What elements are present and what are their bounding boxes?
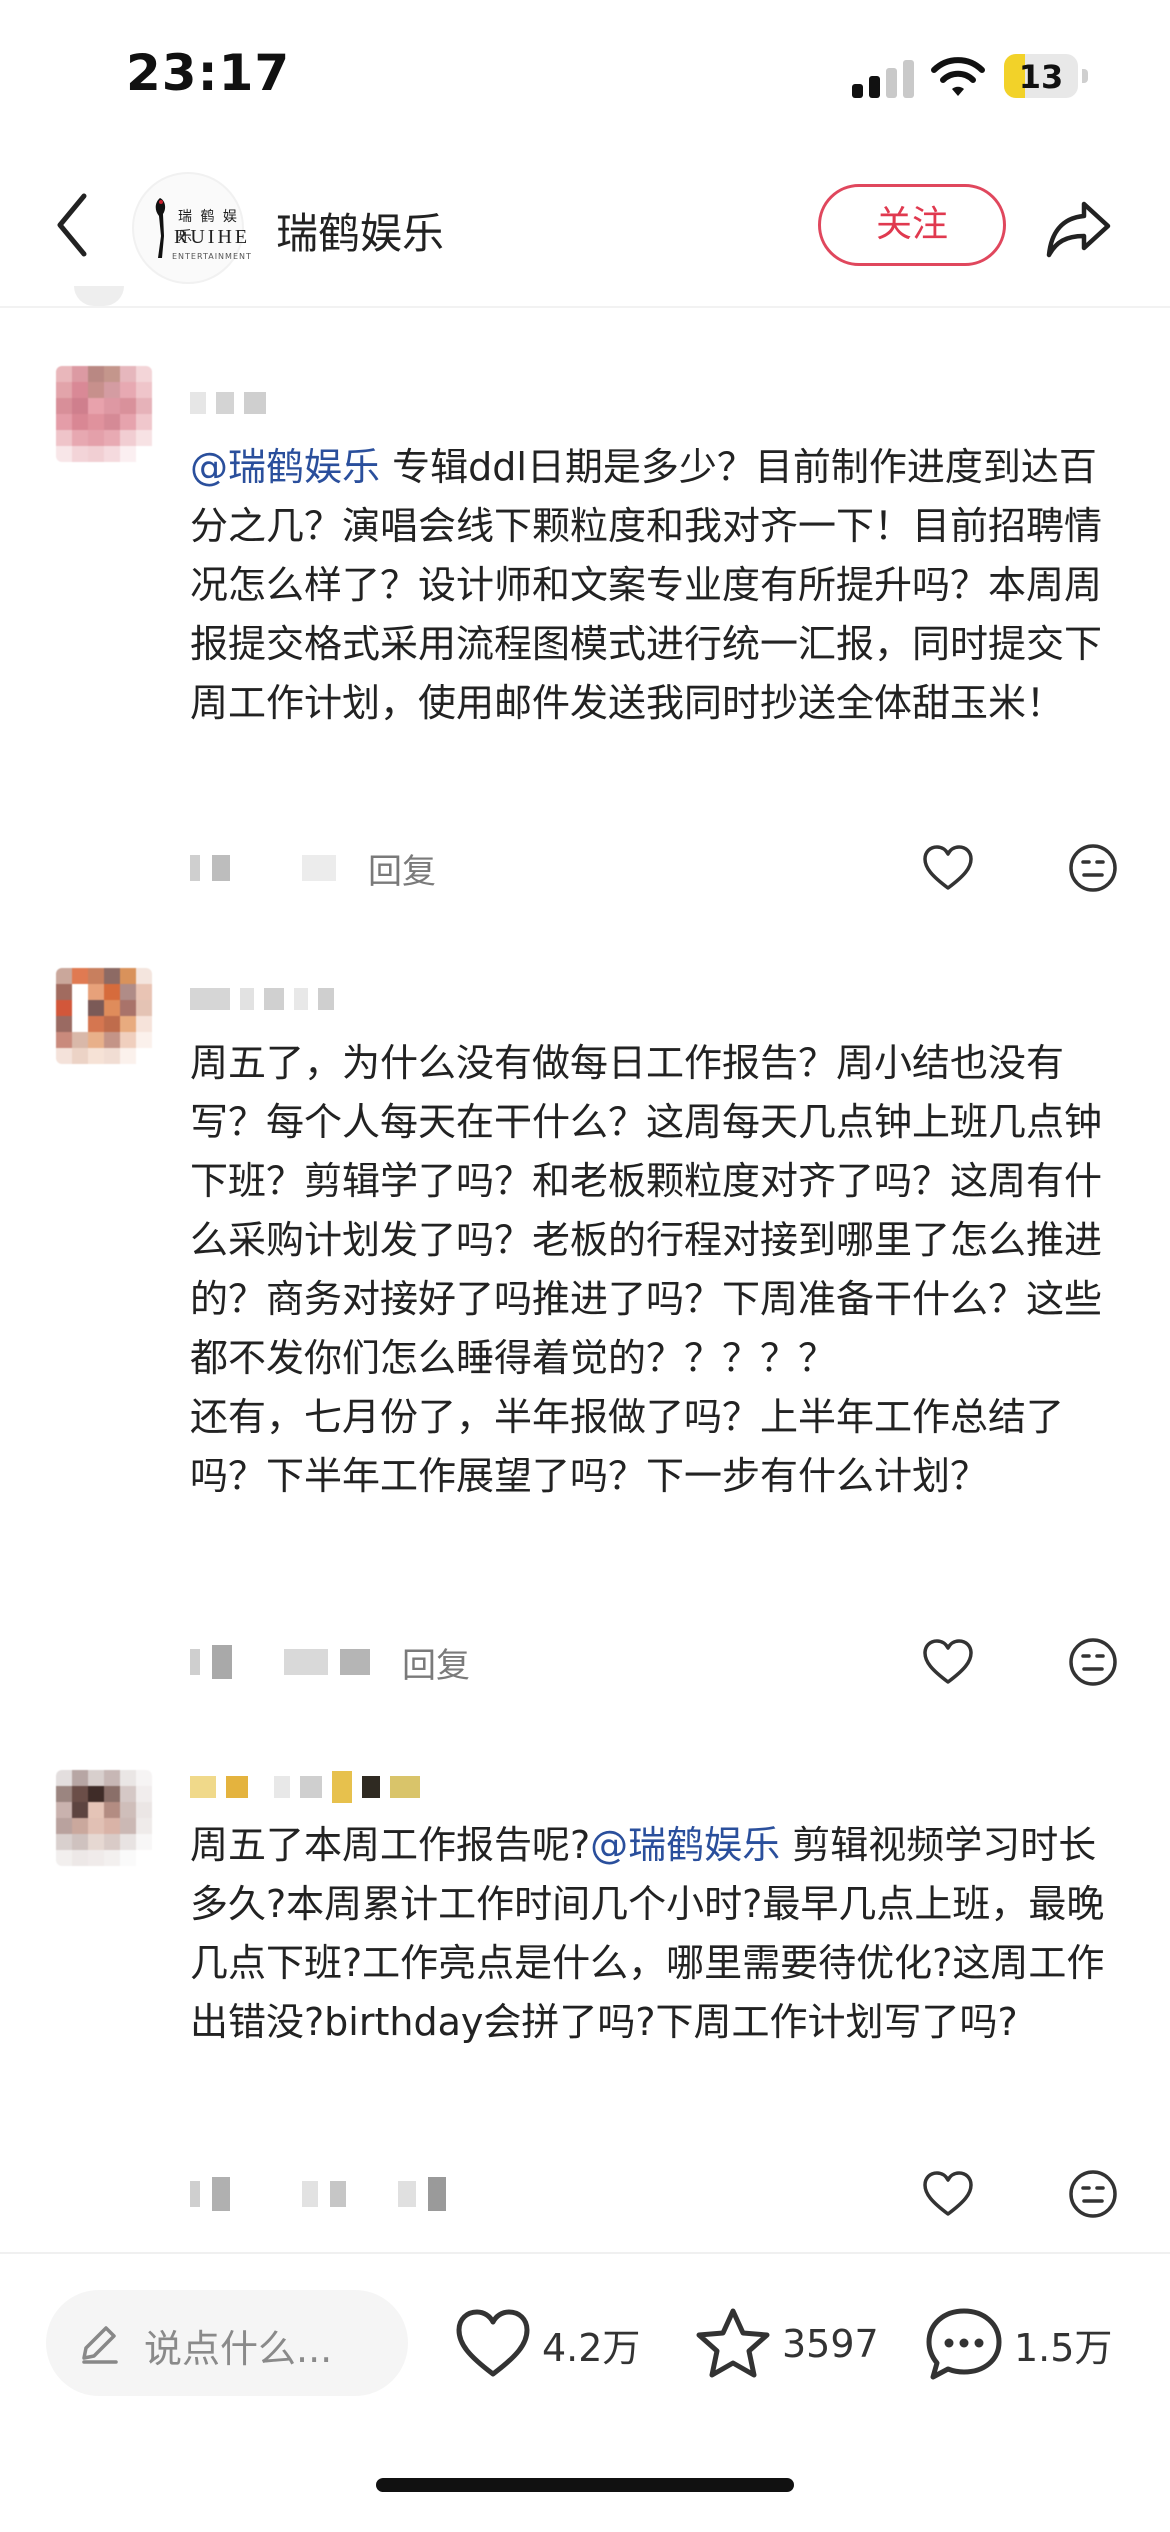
account-name[interactable]: 瑞鹤娱乐: [276, 200, 444, 261]
battery-icon: 13: [1004, 54, 1088, 98]
meta-blurred: [190, 1649, 200, 1675]
wifi-icon: [931, 57, 985, 96]
share-arrow-icon[interactable]: [1044, 198, 1114, 260]
comment-meta: [190, 2172, 446, 2216]
mention-link[interactable]: @瑞鹤娱乐: [190, 445, 380, 489]
reply-button[interactable]: 回复: [402, 1638, 470, 1687]
heart-outline-icon[interactable]: [922, 2170, 974, 2218]
heart-outline-icon: [456, 2309, 530, 2377]
comment-meta: 回复: [190, 844, 436, 893]
pencil-icon: [82, 2326, 118, 2364]
meta-blurred: [190, 2181, 200, 2207]
signal-icon: [852, 58, 914, 98]
mention-link[interactable]: @瑞鹤娱乐: [590, 1823, 780, 1867]
comment-text: 周五了本周工作报告呢?@瑞鹤娱乐 剪辑视频学习时长多久?本周累计工作时间几个小时…: [190, 1816, 1130, 2052]
like-count: 4.2万: [542, 2325, 641, 2370]
logo-sub-text: ENTERTAINMENT: [172, 252, 252, 261]
crane-logo-icon: [155, 198, 166, 258]
meta-blurred: [212, 855, 230, 881]
comment-action[interactable]: 1.5万: [924, 2294, 1112, 2394]
home-indicator[interactable]: [376, 2478, 794, 2492]
avatar[interactable]: [56, 1770, 152, 1866]
meta-blurred: [340, 1649, 370, 1675]
account-logo[interactable]: 瑞 鹤 娱 乐 RUIHE ENTERTAINMENT: [132, 172, 251, 284]
meta-blurred: [212, 2177, 230, 2211]
heart-outline-icon[interactable]: [922, 844, 974, 892]
favorite-action[interactable]: 3597: [694, 2294, 879, 2394]
username-blurred[interactable]: [190, 388, 266, 418]
meta-blurred: [190, 855, 200, 881]
username-blurred[interactable]: [190, 984, 334, 1014]
username-blurred[interactable]: [190, 1771, 420, 1803]
meta-blurred: [212, 1645, 232, 1679]
comment-count: 1.5万: [1014, 2325, 1113, 2370]
meh-face-icon[interactable]: [1068, 843, 1118, 893]
meta-blurred: [398, 2181, 416, 2207]
status-time: 23:17: [126, 44, 291, 102]
like-action[interactable]: 4.2万: [454, 2294, 640, 2394]
avatar[interactable]: [56, 366, 152, 462]
meta-blurred: [330, 2181, 346, 2207]
meh-face-icon[interactable]: [1068, 1637, 1118, 1687]
reply-button[interactable]: 回复: [368, 844, 436, 893]
chevron-left-icon[interactable]: [52, 190, 92, 260]
logo-en-text: RUIHE: [174, 226, 251, 248]
comment-text: @瑞鹤娱乐 专辑ddl日期是多少？目前制作进度到达百分之几？演唱会线下颗粒度和我…: [190, 438, 1130, 733]
header-divider: [0, 306, 1170, 308]
meta-blurred: [302, 855, 336, 881]
avatar[interactable]: [56, 968, 152, 1064]
meh-face-icon[interactable]: [1068, 2169, 1118, 2219]
battery-level: 13: [1018, 58, 1064, 96]
follow-button[interactable]: 关注: [818, 184, 1006, 266]
header-bar: 瑞 鹤 娱 乐 RUIHE ENTERTAINMENT 瑞鹤娱乐 关注: [0, 160, 1170, 310]
comment-prefix: 周五了本周工作报告呢?: [190, 1823, 591, 1867]
star-outline-icon: [696, 2308, 770, 2378]
comment-input-placeholder: 说点什么...: [144, 2327, 333, 2371]
meta-blurred: [302, 2181, 318, 2207]
comment-meta: 回复: [190, 1638, 470, 1687]
meta-blurred: [284, 1649, 328, 1675]
comment-text: 周五了，为什么没有做每日工作报告？周小结也没有写？每个人每天在干什么？这周每天几…: [190, 1041, 1103, 1498]
comment-input[interactable]: 说点什么...: [46, 2290, 408, 2396]
favorite-count: 3597: [782, 2322, 879, 2366]
heart-outline-icon[interactable]: [922, 1638, 974, 1686]
status-bar: 23:17 13: [0, 0, 1170, 150]
meta-blurred: [428, 2177, 446, 2211]
comment-bubble-icon: [926, 2308, 1002, 2380]
